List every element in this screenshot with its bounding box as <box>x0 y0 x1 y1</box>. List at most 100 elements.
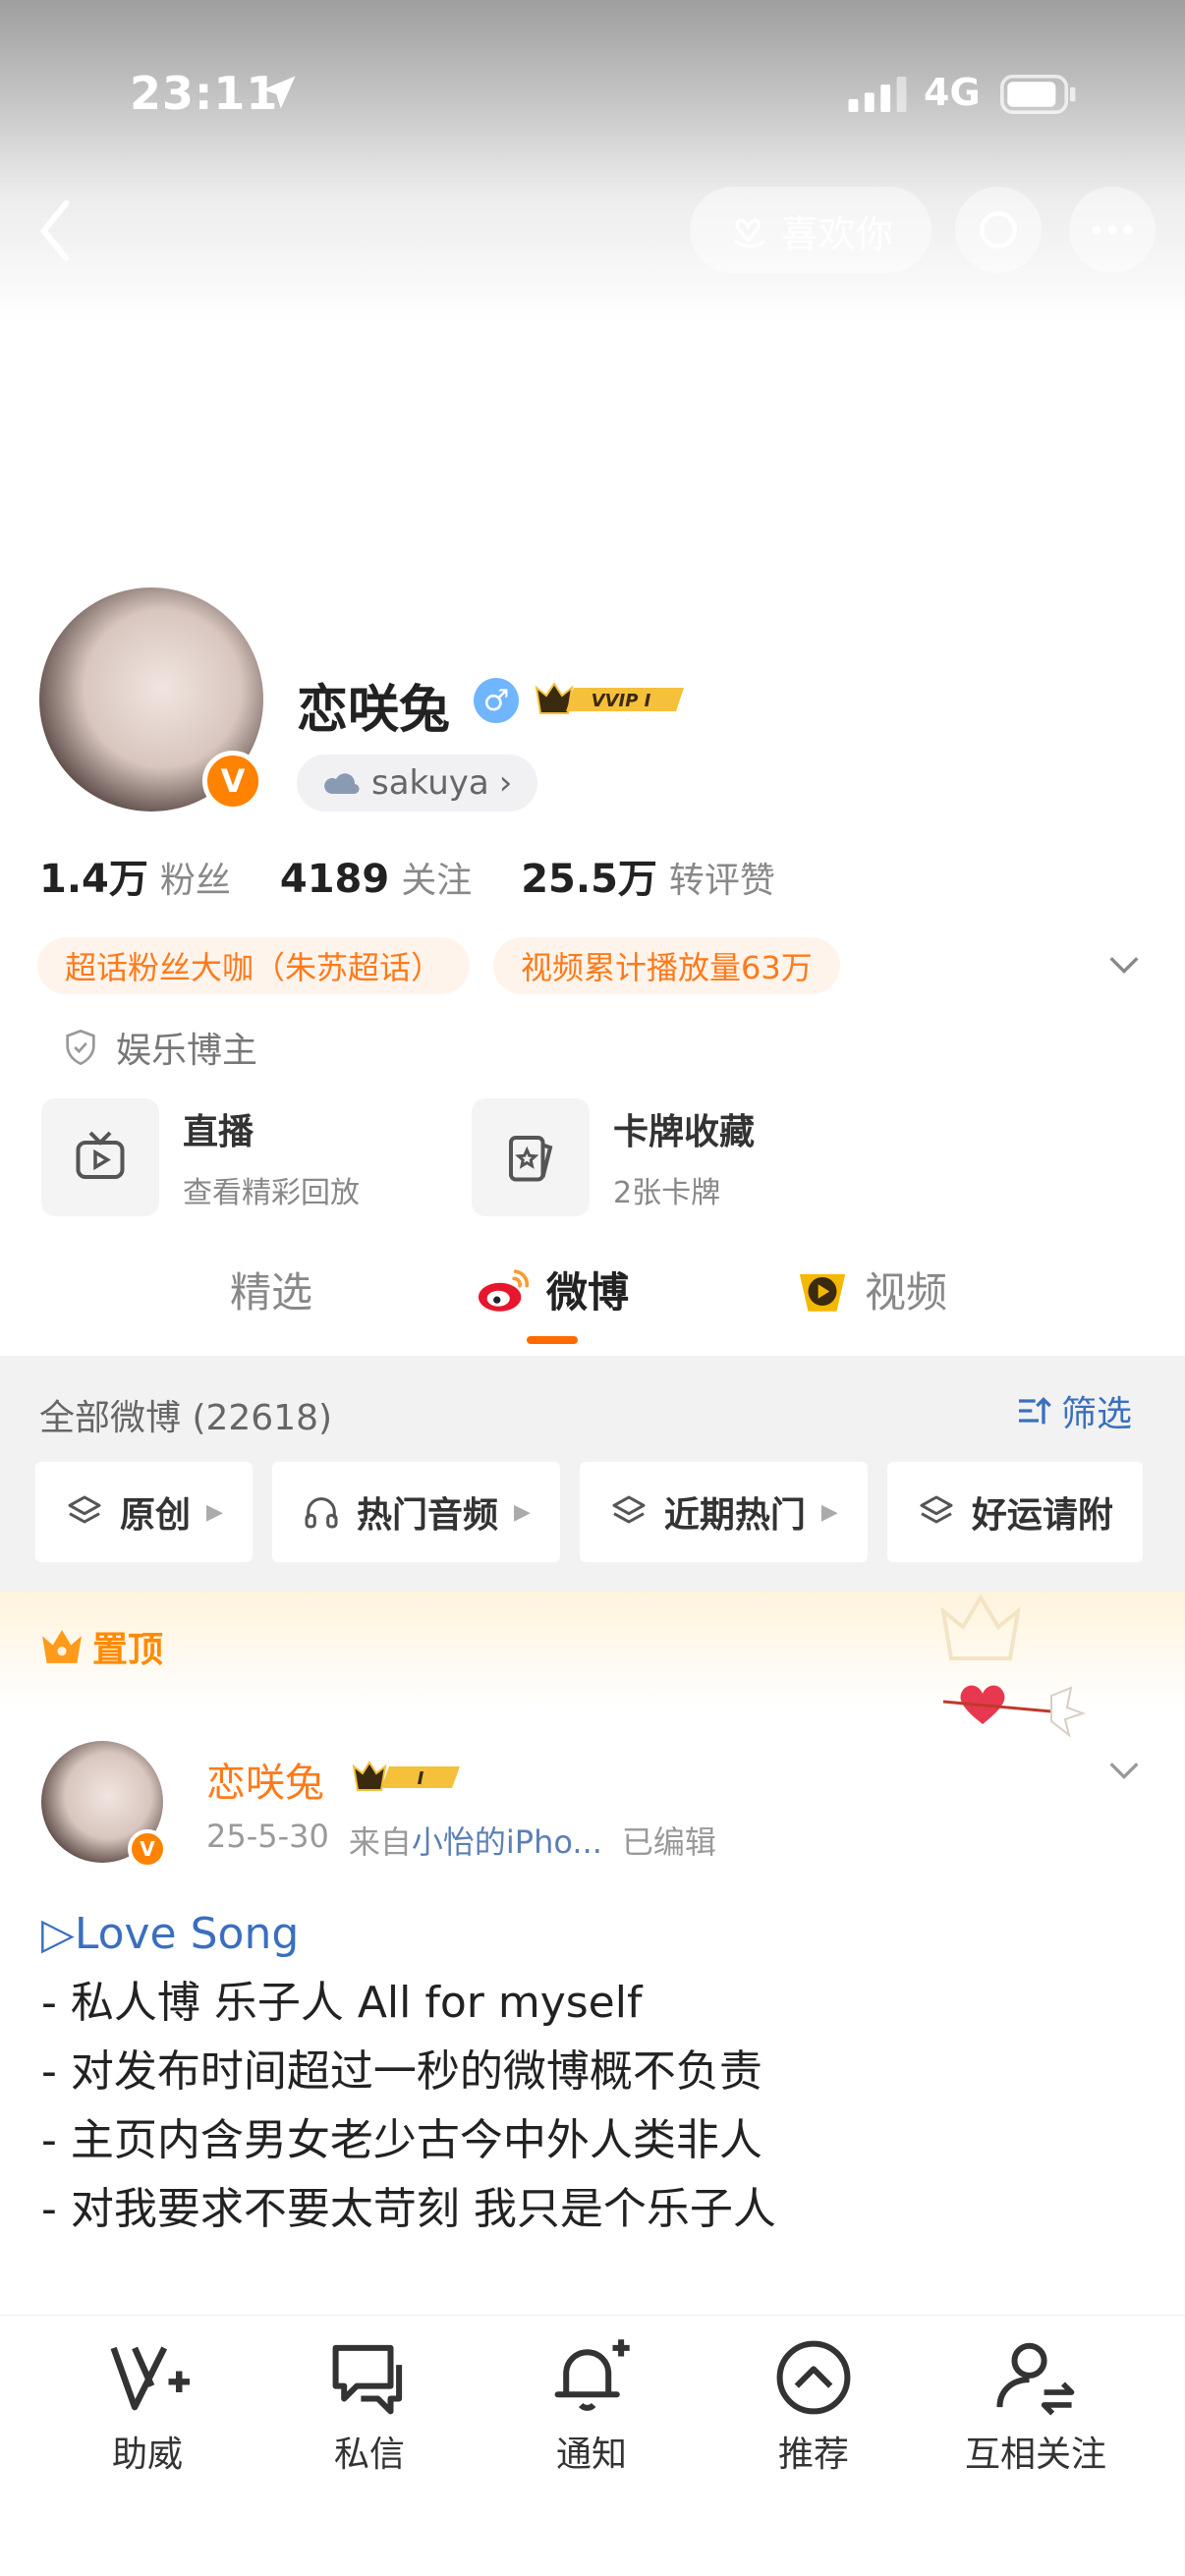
post-line: - 私人博 乐子人 All for myself <box>41 1978 643 2028</box>
vip-level-label: I <box>418 1768 424 1789</box>
hand-heart-icon <box>734 218 765 249</box>
more-button[interactable] <box>1069 187 1156 273</box>
crown-heart-decoration <box>940 1594 1086 1738</box>
song-link[interactable]: ▷Love Song <box>41 1900 776 1969</box>
post-author-name[interactable]: 恋咲兔 <box>206 1751 324 1808</box>
nav-message[interactable]: 私信 <box>281 2335 458 2477</box>
status-bar: 23:11 4G <box>0 61 1185 130</box>
card-collection-title: 卡牌收藏 <box>613 1112 756 1152</box>
back-icon[interactable] <box>29 196 79 265</box>
profile-name: 恋咲兔 <box>297 681 451 740</box>
handle-chip[interactable]: sakuya › <box>297 755 538 812</box>
bottom-nav: 助威 私信 通知 推荐 互相关注 <box>0 2315 1185 2576</box>
following-count[interactable]: 4189 <box>280 857 389 902</box>
nav-mutual-follow[interactable]: 互相关注 <box>947 2335 1124 2477</box>
post-line: - 对我要求不要太苛刻 我只是个乐子人 <box>41 2184 776 2234</box>
post-source-prefix: 来自 <box>348 1823 412 1861</box>
post-source[interactable]: 小怡的iPho... <box>412 1823 602 1861</box>
layers-icon <box>612 1495 646 1524</box>
message-icon <box>332 2344 403 2415</box>
feed-chips: 原创 ▶ 热门音频 ▶ 近期热门 ▶ 好运请附 <box>35 1462 1143 1562</box>
layers-icon <box>68 1495 101 1524</box>
followers-label[interactable]: 粉丝 <box>160 852 231 903</box>
crown-icon <box>42 1630 82 1663</box>
tab-featured-label: 精选 <box>230 1268 313 1316</box>
post-meta: 25-5-30 来自小怡的iPho... 已编辑 <box>206 1818 716 1863</box>
chip-arrow-icon: ▶ <box>513 1499 531 1525</box>
nav-boost[interactable]: 助威 <box>59 2335 236 2477</box>
video-plays-tag[interactable]: 视频累计播放量63万 <box>493 937 840 994</box>
cloud-icon <box>324 773 360 795</box>
vip-level-badge[interactable]: I <box>350 1755 466 1798</box>
bell-icon <box>554 2339 630 2411</box>
network-type: 4G <box>924 71 981 114</box>
chevron-down-icon[interactable] <box>1104 945 1144 984</box>
pinned-label-group: 置顶 <box>39 1621 163 1672</box>
chip-hot-audio[interactable]: 热门音频 ▶ <box>271 1462 560 1562</box>
tab-weibo[interactable]: 微博 <box>476 1260 629 1319</box>
tab-featured[interactable]: 精选 <box>230 1260 312 1319</box>
chip-arrow-icon: ▶ <box>820 1499 838 1525</box>
tab-video[interactable]: 视频 <box>794 1260 947 1319</box>
chip-arrow-icon: ▶ <box>206 1499 223 1525</box>
vip-badge[interactable]: VVIP I <box>531 674 692 723</box>
handle-text: sakuya <box>371 763 489 803</box>
chip-good-luck-label: 好运请附 <box>971 1495 1113 1536</box>
handle-chevron-icon: › <box>498 763 513 803</box>
filter-label: 筛选 <box>1061 1394 1133 1434</box>
nav-recommend-label: 推荐 <box>777 2435 849 2475</box>
search-button[interactable] <box>955 187 1042 273</box>
nav-message-label: 私信 <box>333 2435 405 2475</box>
signal-icon <box>848 77 907 112</box>
live-card[interactable]: 直播 查看精彩回放 <box>41 1098 360 1216</box>
card-collection-subtitle: 2张卡牌 <box>613 1176 721 1210</box>
post-edited: 已编辑 <box>621 1823 716 1861</box>
supertopic-tag[interactable]: 超话粉丝大咖（朱苏超话） <box>37 937 471 994</box>
header-background <box>0 0 1185 324</box>
mutual-follow-icon <box>996 2342 1075 2416</box>
following-label[interactable]: 关注 <box>401 852 472 903</box>
nav-recommend[interactable]: 推荐 <box>725 2335 902 2477</box>
post-date: 25-5-30 <box>206 1818 329 1855</box>
post-line: - 主页内含男女老少古今中外人类非人 <box>41 2115 762 2165</box>
shield-check-icon <box>66 1029 95 1066</box>
chip-original[interactable]: 原创 ▶ <box>35 1462 253 1562</box>
live-card-title: 直播 <box>183 1112 254 1152</box>
card-collection-card[interactable]: 卡牌收藏 2张卡牌 <box>472 1098 755 1216</box>
nav-mutual-follow-label: 互相关注 <box>964 2435 1106 2475</box>
verified-v-icon: V <box>202 751 263 812</box>
vip-badge-label: VVIP I <box>592 691 651 711</box>
likes-label[interactable]: 转评赞 <box>669 852 775 903</box>
boost-v-icon <box>110 2346 190 2411</box>
battery-icon <box>1000 75 1076 114</box>
tab-video-label: 视频 <box>865 1268 948 1316</box>
chip-recent-hot-label: 近期热门 <box>663 1495 806 1536</box>
followers-count[interactable]: 1.4万 <box>39 847 148 904</box>
gender-icon: ♂ <box>474 678 519 723</box>
tab-weibo-label: 微博 <box>546 1268 630 1316</box>
profile-tabs: 精选 微博 视频 <box>0 1260 1185 1354</box>
likes-count[interactable]: 25.5万 <box>521 847 657 904</box>
live-card-subtitle: 查看精彩回放 <box>183 1176 360 1210</box>
chip-good-luck[interactable]: 好运请附 <box>886 1462 1143 1562</box>
like-you-button[interactable]: 喜欢你 <box>690 187 931 273</box>
filter-sort-icon <box>1019 1396 1051 1425</box>
chevron-down-icon[interactable] <box>1104 1751 1144 1790</box>
headphones-icon <box>305 1497 338 1529</box>
chip-recent-hot[interactable]: 近期热门 ▶ <box>579 1462 868 1562</box>
like-you-label: 喜欢你 <box>780 211 893 255</box>
post-line: - 对发布时间超过一秒的微博概不负责 <box>41 2046 762 2097</box>
more-dots-icon <box>1092 225 1133 235</box>
profile-stats: 1.4万 粉丝 4189 关注 25.5万 转评赞 <box>39 847 824 904</box>
chip-hot-audio-label: 热门音频 <box>356 1495 498 1536</box>
nav-notify[interactable]: 通知 <box>503 2335 680 2477</box>
location-arrow-icon <box>262 76 296 109</box>
profile-tags: 超话粉丝大咖（朱苏超话） 视频累计播放量63万 <box>37 937 840 994</box>
weibo-logo-icon <box>478 1268 530 1312</box>
layers-icon <box>920 1495 953 1524</box>
chip-original-label: 原创 <box>120 1495 192 1536</box>
feed-count: 全部微博 (22618) <box>39 1398 333 1438</box>
filter-button[interactable]: 筛选 <box>1014 1385 1132 1436</box>
search-icon <box>980 211 1017 249</box>
pinned-label: 置顶 <box>92 1630 164 1670</box>
